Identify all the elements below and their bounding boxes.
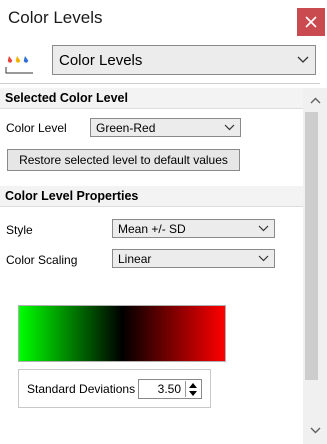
spin-down-icon: [189, 390, 197, 396]
standard-deviations-label: Standard Deviations: [27, 382, 136, 396]
standard-deviations-value: 3.50: [157, 382, 181, 396]
color-level-value: Green-Red: [96, 120, 156, 135]
spin-up-icon: [189, 382, 197, 388]
mode-dropdown-value: Color Levels: [59, 51, 143, 69]
scroll-down-icon: [310, 427, 320, 433]
standard-deviations-spinner[interactable]: [185, 381, 200, 397]
standard-deviations-input[interactable]: 3.50: [138, 379, 202, 399]
chevron-down-icon: [224, 124, 235, 131]
mode-dropdown[interactable]: Color Levels: [52, 45, 316, 75]
chevron-down-icon: [297, 56, 309, 63]
color-level-dropdown[interactable]: Green-Red: [90, 118, 241, 137]
vertical-scrollbar[interactable]: [303, 88, 327, 444]
section-level-properties: Color Level Properties: [0, 186, 303, 207]
close-icon: [305, 16, 317, 28]
color-level-label: Color Level: [6, 121, 67, 135]
scroll-up-icon: [310, 97, 320, 103]
close-button[interactable]: [297, 8, 325, 36]
section-selected-level: Selected Color Level: [0, 88, 303, 109]
header-divider: [0, 83, 320, 84]
style-value: Mean +/- SD: [118, 221, 186, 236]
color-gradient-preview: [18, 305, 226, 362]
spin-down-button[interactable]: [186, 389, 200, 397]
color-scaling-label: Color Scaling: [6, 253, 78, 267]
scroll-down-button[interactable]: [303, 418, 327, 442]
panel-title: Color Levels: [8, 8, 103, 27]
scrollbar-thumb[interactable]: [305, 112, 318, 380]
restore-defaults-button[interactable]: Restore selected level to default values: [7, 149, 240, 171]
spin-up-button[interactable]: [186, 381, 200, 389]
color-scaling-value: Linear: [118, 251, 152, 266]
chevron-down-icon: [258, 255, 269, 262]
color-drops-icon: [5, 56, 33, 74]
style-dropdown[interactable]: Mean +/- SD: [112, 219, 275, 238]
scroll-up-button[interactable]: [303, 88, 327, 112]
style-label: Style: [6, 223, 33, 237]
chevron-down-icon: [258, 225, 269, 232]
color-scaling-dropdown[interactable]: Linear: [112, 249, 275, 268]
